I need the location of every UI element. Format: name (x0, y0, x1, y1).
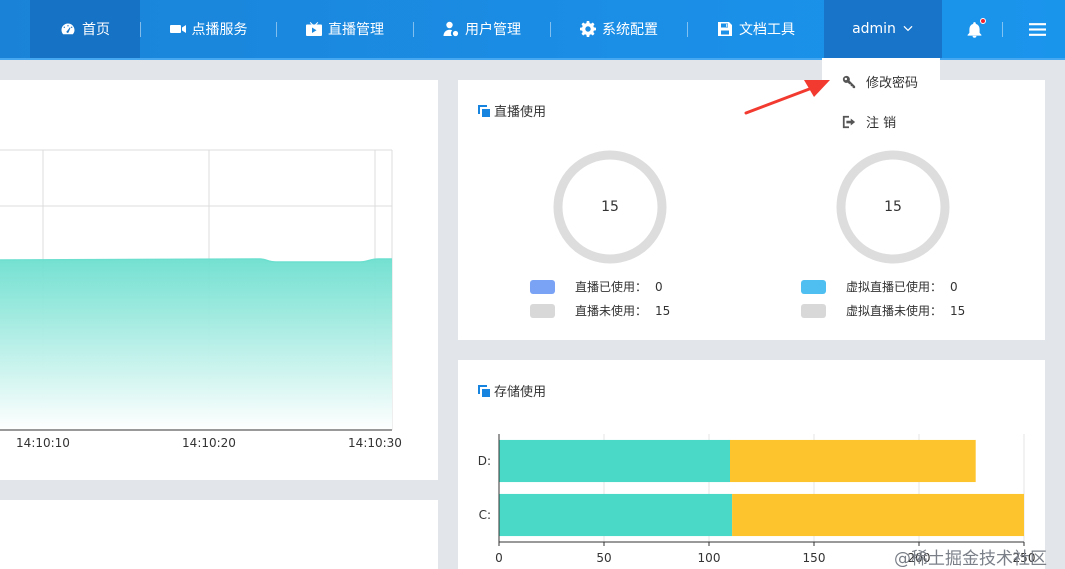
legend-swatch (530, 279, 555, 294)
menu-item-change-password[interactable]: 修改密码 (842, 72, 918, 91)
nav-home-label: 首页 (82, 22, 110, 38)
sign-out-icon (842, 115, 856, 128)
nav-system[interactable]: 系统配置 (551, 0, 687, 58)
category-label: C: (479, 508, 491, 522)
bar-segment (499, 439, 730, 483)
legend-live-used[interactable]: 直播已使用： 0 (530, 278, 663, 295)
nav-docs-label: 文档工具 (739, 22, 795, 38)
legend-swatch (801, 303, 826, 318)
x-tick-label: 50 (596, 551, 611, 565)
hamburger-menu-icon (1028, 22, 1046, 36)
nav-live-label: 直播管理 (328, 22, 384, 38)
x-tick-label: 100 (698, 551, 721, 565)
category-label: D: (478, 454, 491, 468)
nav-live[interactable]: 直播管理 (277, 0, 413, 58)
dashboard-gauge-icon (61, 23, 75, 35)
nav-users[interactable]: 用户管理 (414, 0, 550, 58)
legend-label: 虚拟直播未使用： (846, 304, 943, 318)
area-line-chart: 14:10:10 14:10:20 14:10:30 (0, 149, 402, 450)
x-tick-label: 14:10:20 (182, 436, 236, 450)
notification-dot (979, 17, 986, 24)
save-disk-icon (718, 22, 732, 36)
legend-virtual-used[interactable]: 虚拟直播已使用： 0 (801, 278, 958, 295)
user-dropdown-menu: 修改密码 注 销 (822, 58, 940, 142)
legend-value: 0 (950, 279, 958, 294)
user-menu-toggle[interactable]: admin (824, 0, 942, 58)
user-settings-icon (443, 21, 459, 37)
nav-vod[interactable]: 点播服务 (141, 0, 276, 58)
usage-rings (553, 150, 950, 264)
legend-value: 15 (950, 303, 966, 318)
area-fill (0, 259, 392, 430)
menu-item-logout[interactable]: 注 销 (842, 112, 896, 131)
traffic-chart-panel: 14:10:10 14:10:20 14:10:30 (0, 80, 438, 480)
x-tick-label: 150 (803, 551, 826, 565)
notifications-button[interactable] (955, 0, 993, 58)
bar-segment (732, 493, 1024, 537)
top-navigation-bar: 首页 点播服务 直播管理 用户管理 系统配置 文档工具 admin (0, 0, 1065, 60)
legend-live-unused[interactable]: 直播未使用： 15 (530, 302, 670, 319)
nav-home[interactable]: 首页 (30, 0, 140, 58)
legend-value: 0 (655, 279, 663, 294)
virtual-ring-total: 15 (884, 199, 902, 215)
live-ring-total: 15 (601, 199, 619, 215)
legend-virtual-unused[interactable]: 虚拟直播未使用： 15 (801, 302, 965, 319)
legend-label: 虚拟直播已使用： (846, 280, 943, 294)
legend-label: 直播未使用： (575, 304, 648, 318)
legend-label: 直播已使用： (575, 280, 648, 294)
bar-segment (499, 493, 733, 537)
x-tick-label: 14:10:10 (16, 436, 70, 450)
nav-users-label: 用户管理 (465, 22, 521, 38)
legend-swatch (801, 279, 826, 294)
tv-play-icon (306, 22, 322, 36)
x-tick-label: 14:10:30 (348, 436, 402, 450)
username-label: admin (852, 21, 896, 37)
x-tick-label: 0 (495, 551, 503, 565)
storage-bar-chart: D:C:0 50 100 150 200 250 (478, 434, 1035, 565)
gear-icon (580, 21, 596, 37)
chevron-down-icon (903, 25, 913, 32)
menu-button[interactable] (1018, 0, 1056, 58)
bell-wrapper (966, 17, 986, 38)
key-icon (842, 75, 856, 88)
bottom-left-panel (0, 500, 438, 569)
change-password-label: 修改密码 (866, 76, 919, 91)
video-camera-icon (169, 25, 186, 33)
nav-system-label: 系统配置 (602, 22, 658, 38)
legend-swatch (530, 303, 555, 318)
nav-separator (1002, 22, 1003, 37)
logout-label: 注 销 (866, 116, 897, 131)
live-usage-panel: 直播使用 15 15 直播已使用： 0 直播未使用： 15 虚拟直播已使用： 0… (458, 80, 1045, 340)
nav-docs[interactable]: 文档工具 (688, 0, 824, 58)
bar-segment (730, 439, 976, 483)
watermark: @稀土掘金技术社区 (894, 549, 1047, 569)
legend-value: 15 (655, 303, 671, 318)
nav-vod-label: 点播服务 (191, 22, 248, 38)
storage-usage-panel: 存储使用 D: C: 0 50 100 150 200 250 (458, 360, 1045, 569)
